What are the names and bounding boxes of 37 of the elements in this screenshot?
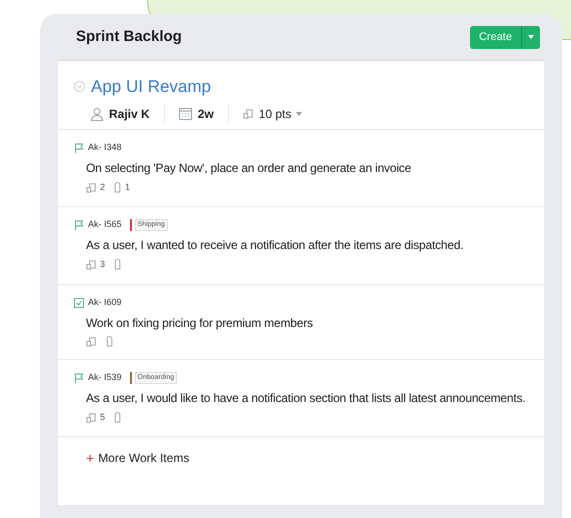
story-points-icon: [86, 259, 97, 270]
flag-icon: [74, 220, 84, 230]
item-title[interactable]: As a user, I wanted to receive a notification after the items are dispatched.: [74, 237, 464, 253]
collapse-icon: [74, 81, 85, 92]
item-title[interactable]: As a user, I would like to have a notification section that lists all latest announcements.: [74, 390, 526, 406]
attachment-icon: [105, 336, 114, 346]
attachment-icon: [113, 412, 122, 423]
attachment-icon: [113, 259, 122, 270]
item-title[interactable]: On selecting 'Pay Now', place an order and generate an invoice: [74, 160, 412, 176]
sprint-duration: 2w: [198, 106, 214, 122]
caret-icon: [528, 35, 534, 39]
calendar-icon: [178, 108, 192, 120]
story-points-icon: [86, 182, 97, 193]
item-id[interactable]: Ak- I565: [88, 218, 122, 232]
sprint-owner: Rajiv K: [109, 106, 150, 122]
item-id[interactable]: Ak- I609: [88, 296, 122, 310]
attachment-icon: [113, 182, 122, 193]
flag-icon: [74, 372, 84, 382]
item-id[interactable]: Ak- I348: [88, 140, 122, 154]
user-icon: [90, 106, 104, 120]
sprint-name[interactable]: App UI Revamp: [91, 74, 211, 100]
sprint-points[interactable]: 10 pts: [258, 104, 292, 122]
item-title[interactable]: Work on fixing pricing for premium members: [74, 314, 313, 330]
points-count: 5: [100, 410, 106, 424]
story-points-icon: [242, 108, 254, 119]
plus-icon: +: [86, 451, 94, 465]
caret-icon[interactable]: [296, 112, 302, 116]
more-work-items-link[interactable]: More Work Items: [98, 449, 190, 467]
panel-title: Sprint Backlog: [76, 26, 182, 47]
points-count: 3: [100, 258, 106, 271]
task-icon: [74, 298, 84, 308]
item-id[interactable]: Ak- I539: [88, 370, 122, 384]
flag-icon: [74, 142, 84, 152]
points-count: 2: [100, 180, 106, 194]
attachment-count: 1: [125, 180, 130, 194]
story-points-icon: [86, 412, 97, 423]
story-points-icon: [86, 336, 97, 346]
